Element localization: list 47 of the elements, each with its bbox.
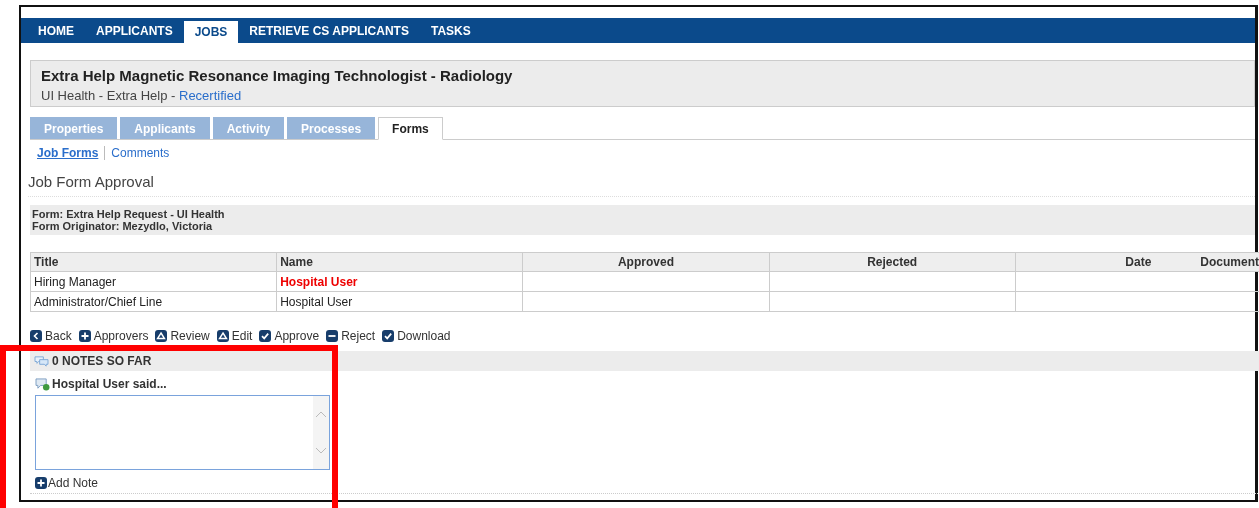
back-icon <box>30 330 42 342</box>
column-header: Title <box>30 252 277 272</box>
nav-tab[interactable]: TASKS <box>419 18 482 43</box>
column-header: Rejected <box>769 252 1016 272</box>
action-link[interactable]: Approve <box>259 329 320 343</box>
nav-tab[interactable]: HOME <box>27 18 85 43</box>
note-author: Hospital User said... <box>52 377 167 391</box>
table-cell: Hospital User <box>276 271 523 292</box>
note-input-field[interactable] <box>35 395 330 470</box>
chat-bubbles-icon <box>34 354 49 368</box>
action-link[interactable]: Approvers <box>78 329 149 343</box>
status-link[interactable]: Recertified <box>179 88 242 103</box>
minus-icon <box>326 330 339 342</box>
section-title: Job Form Approval <box>28 173 1255 197</box>
table-cell: Administrator/Chief Line <box>30 291 277 312</box>
nav-tab[interactable]: RETRIEVE CS APPLICANTS <box>238 18 420 43</box>
check-icon <box>382 330 395 342</box>
table-cell: Hiring Manager <box>30 271 277 292</box>
triangle-icon <box>155 330 168 342</box>
nav-tab[interactable]: APPLICANTS <box>85 18 184 43</box>
table-cell: Hospital User <box>276 291 523 312</box>
column-header: Approved <box>522 252 770 272</box>
plus-icon <box>35 477 47 489</box>
add-note-button[interactable]: Add Note <box>35 476 99 490</box>
form-info-line: Form: Extra Help Request - UI Health <box>32 208 226 220</box>
column-header: Date <box>1125 255 1152 269</box>
scroll-down-icon[interactable] <box>315 446 327 455</box>
form-info-line: Form Originator: Mezydlo, Victoria <box>32 220 214 232</box>
triangle-icon <box>216 330 229 342</box>
tab[interactable]: Forms <box>378 117 443 140</box>
nav-tab[interactable]: JOBS <box>183 21 239 43</box>
action-link[interactable]: Edit <box>216 329 253 343</box>
plus-icon <box>78 330 91 342</box>
action-link[interactable]: Back <box>30 329 72 343</box>
job-title: Extra Help Magnetic Resonance Imaging Technologist - Radiology <box>41 67 514 84</box>
column-header: Name <box>276 252 523 272</box>
job-subtitle: UI Health - Extra Help - Recertified <box>41 88 243 103</box>
notes-count: 0 NOTES SO FAR <box>52 354 152 368</box>
scroll-up-icon[interactable] <box>315 410 327 419</box>
action-link[interactable]: Reject <box>326 329 376 343</box>
action-link[interactable]: Download <box>382 329 451 343</box>
sub-link[interactable]: Comments <box>111 146 170 160</box>
comment-add-icon <box>35 377 50 391</box>
sub-link[interactable]: Job Forms <box>37 146 99 160</box>
action-link[interactable]: Review <box>155 329 210 343</box>
column-header: Document <box>1200 255 1259 269</box>
check-icon <box>259 330 272 342</box>
